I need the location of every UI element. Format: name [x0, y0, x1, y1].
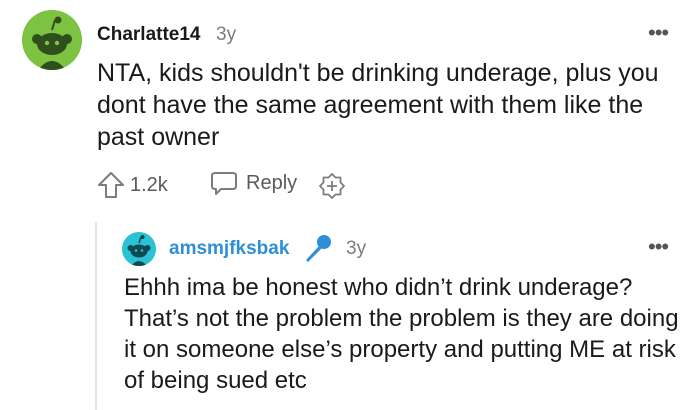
award-button[interactable] — [318, 172, 346, 205]
reply-age: 3y — [346, 238, 367, 259]
microphone-icon — [302, 233, 334, 270]
more-options-icon[interactable]: ••• — [648, 234, 669, 260]
upvote-arrow-icon — [98, 172, 124, 198]
more-options-icon[interactable]: ••• — [648, 20, 669, 46]
thread-line[interactable] — [95, 222, 97, 410]
reply-button[interactable]: Reply — [210, 170, 297, 196]
comment-body: NTA, kids shouldn't be drinking underage… — [97, 59, 659, 151]
comment-author[interactable]: Charlatte14 — [97, 24, 201, 46]
reply-label: Reply — [246, 171, 298, 194]
award-plus-icon — [319, 173, 345, 199]
snoo-avatar-icon — [122, 232, 156, 266]
reply-bubble-icon — [211, 172, 237, 195]
upvote-button[interactable] — [96, 171, 126, 204]
reply-author[interactable]: amsmjfksbak — [169, 238, 289, 260]
reply-body: Ehhh ima be honest who didn’t drink unde… — [124, 274, 679, 394]
vote-count: 1.2k — [130, 174, 168, 196]
comment-age: 3y — [216, 24, 237, 45]
reply-author-avatar[interactable] — [122, 232, 156, 266]
snoo-avatar-icon — [22, 10, 82, 70]
author-avatar[interactable] — [22, 10, 82, 70]
